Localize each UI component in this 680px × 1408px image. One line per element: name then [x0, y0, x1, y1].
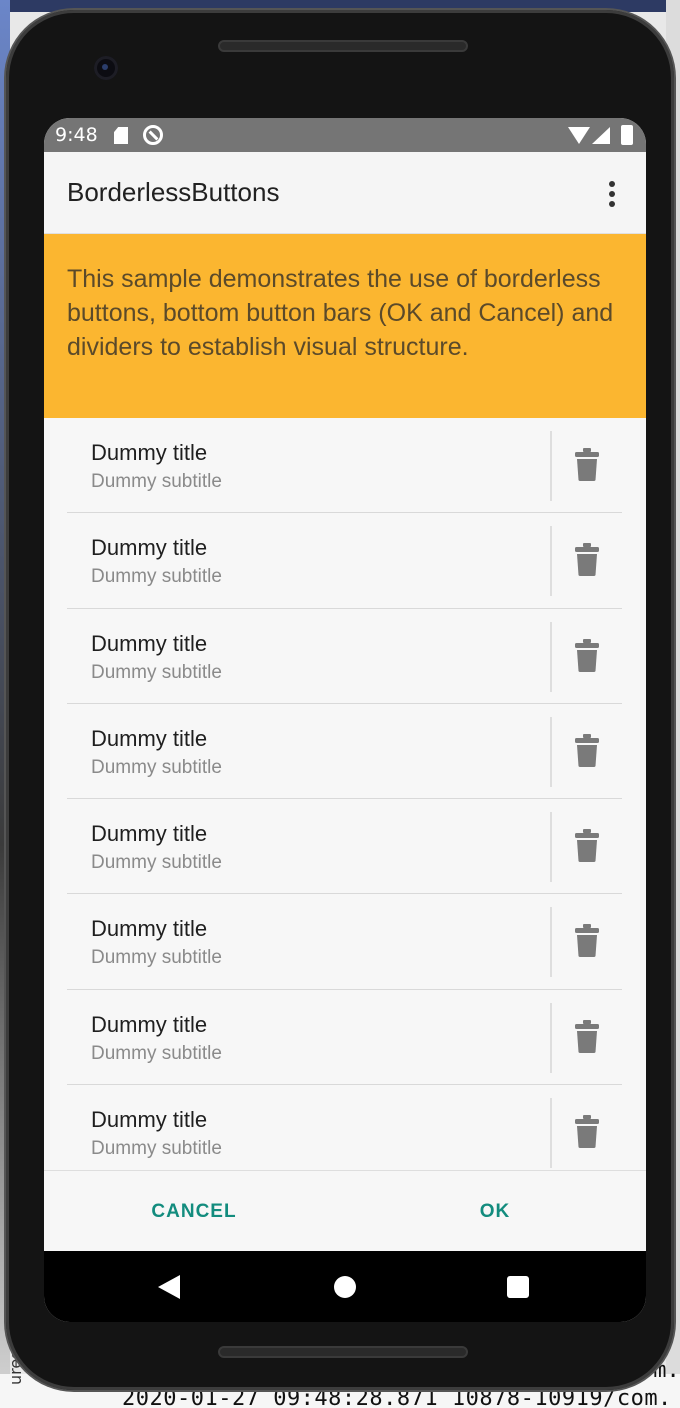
status-time: 9:48 [55, 124, 98, 146]
delete-button[interactable] [562, 908, 612, 974]
list-item[interactable]: Dummy title Dummy subtitle [44, 894, 646, 990]
signal-icon [592, 127, 610, 144]
list-item-subtitle: Dummy subtitle [91, 1042, 222, 1064]
trash-icon [575, 543, 599, 577]
trash-icon [575, 1019, 599, 1053]
list-item-subtitle: Dummy subtitle [91, 471, 222, 492]
trash-icon [575, 638, 599, 672]
list-item-title: Dummy title [91, 821, 208, 847]
list-item-subtitle: Dummy subtitle [91, 947, 222, 969]
delete-button[interactable] [562, 432, 612, 498]
back-icon[interactable] [158, 1275, 180, 1299]
intro-banner: This sample demonstrates the use of bord… [44, 234, 646, 418]
list-item-subtitle: Dummy subtitle [91, 661, 222, 683]
vertical-divider [550, 812, 552, 883]
vertical-divider [550, 526, 552, 597]
status-bar: 9:48 [44, 118, 646, 152]
delete-button[interactable] [562, 623, 612, 689]
list-item[interactable]: Dummy title Dummy subtitle [44, 799, 646, 895]
trash-icon [575, 1115, 599, 1149]
vertical-divider [550, 716, 552, 787]
list-item[interactable]: Dummy title Dummy subtitle [44, 990, 646, 1086]
vertical-divider [550, 431, 552, 501]
delete-button[interactable] [562, 1099, 612, 1165]
bottom-speaker-grille [218, 1346, 468, 1358]
list-item-title: Dummy title [91, 630, 208, 656]
item-list[interactable]: Dummy title Dummy subtitle Dummy title D… [44, 418, 646, 1170]
list-item-title: Dummy title [91, 1011, 208, 1037]
list-item-title: Dummy title [91, 725, 208, 751]
wifi-icon [568, 127, 590, 144]
list-item[interactable]: Dummy title Dummy subtitle [44, 418, 646, 514]
list-item[interactable]: Dummy title Dummy subtitle [44, 1085, 646, 1170]
sd-card-icon [114, 127, 128, 144]
navigation-bar [44, 1251, 646, 1322]
list-item[interactable]: Dummy title Dummy subtitle [44, 704, 646, 800]
list-item-subtitle: Dummy subtitle [91, 566, 222, 588]
list-item-subtitle: Dummy subtitle [91, 756, 222, 778]
delete-button[interactable] [562, 1004, 612, 1070]
cancel-button[interactable]: CANCEL [44, 1171, 344, 1252]
device-screen: 9:48 BorderlessButtons This sample demon… [44, 118, 646, 1322]
sync-icon [143, 125, 163, 145]
list-item-title: Dummy title [91, 916, 208, 942]
app-bar: BorderlessButtons [44, 152, 646, 234]
list-item-title: Dummy title [91, 535, 208, 561]
emulator-device-frame: 9:48 BorderlessButtons This sample demon… [6, 10, 674, 1390]
trash-icon [575, 733, 599, 767]
list-item[interactable]: Dummy title Dummy subtitle [44, 609, 646, 704]
home-icon[interactable] [334, 1276, 356, 1298]
more-vert-icon[interactable] [602, 179, 622, 209]
list-item-title: Dummy title [91, 1107, 208, 1133]
recents-icon[interactable] [507, 1276, 529, 1298]
trash-icon [575, 448, 599, 481]
trash-icon [575, 829, 599, 863]
list-item-title: Dummy title [91, 440, 208, 465]
list-item[interactable]: Dummy title Dummy subtitle [44, 513, 646, 609]
bottom-button-bar: CANCEL OK [44, 1170, 646, 1251]
delete-button[interactable] [562, 527, 612, 593]
vertical-divider [550, 621, 552, 692]
intro-text: This sample demonstrates the use of bord… [67, 265, 614, 361]
list-item-subtitle: Dummy subtitle [91, 1138, 222, 1160]
vertical-divider [550, 907, 552, 978]
front-camera [94, 56, 118, 80]
trash-icon [575, 924, 599, 958]
list-item-subtitle: Dummy subtitle [91, 852, 222, 874]
app-title: BorderlessButtons [67, 177, 280, 207]
delete-button[interactable] [562, 718, 612, 784]
top-speaker-grille [218, 40, 468, 52]
vertical-divider [550, 1098, 552, 1169]
ok-button[interactable]: OK [345, 1171, 645, 1252]
delete-button[interactable] [562, 813, 612, 879]
battery-icon [621, 125, 633, 145]
vertical-divider [550, 1002, 552, 1073]
